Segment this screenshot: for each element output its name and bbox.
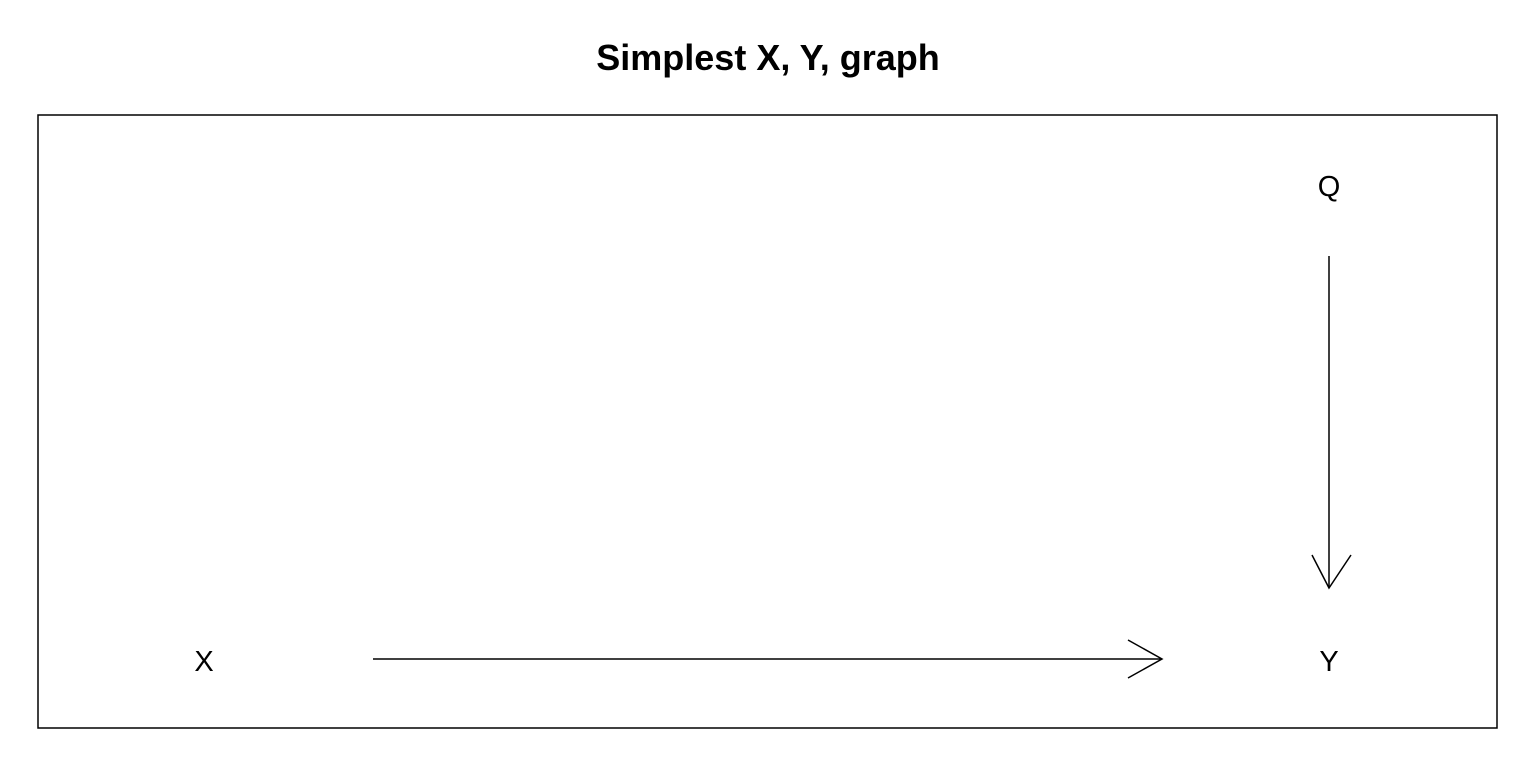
dag-diagram: X Y Q: [37, 114, 1498, 729]
edge-q-to-y-arrowhead: [1311, 554, 1352, 590]
node-q-label: Q: [1318, 171, 1341, 203]
edge-q-to-y: [1311, 256, 1352, 590]
node-y-label: Y: [1319, 646, 1338, 678]
edge-x-to-y: [373, 639, 1164, 679]
node-x-label: X: [194, 646, 213, 678]
plot-frame: [37, 114, 1498, 729]
